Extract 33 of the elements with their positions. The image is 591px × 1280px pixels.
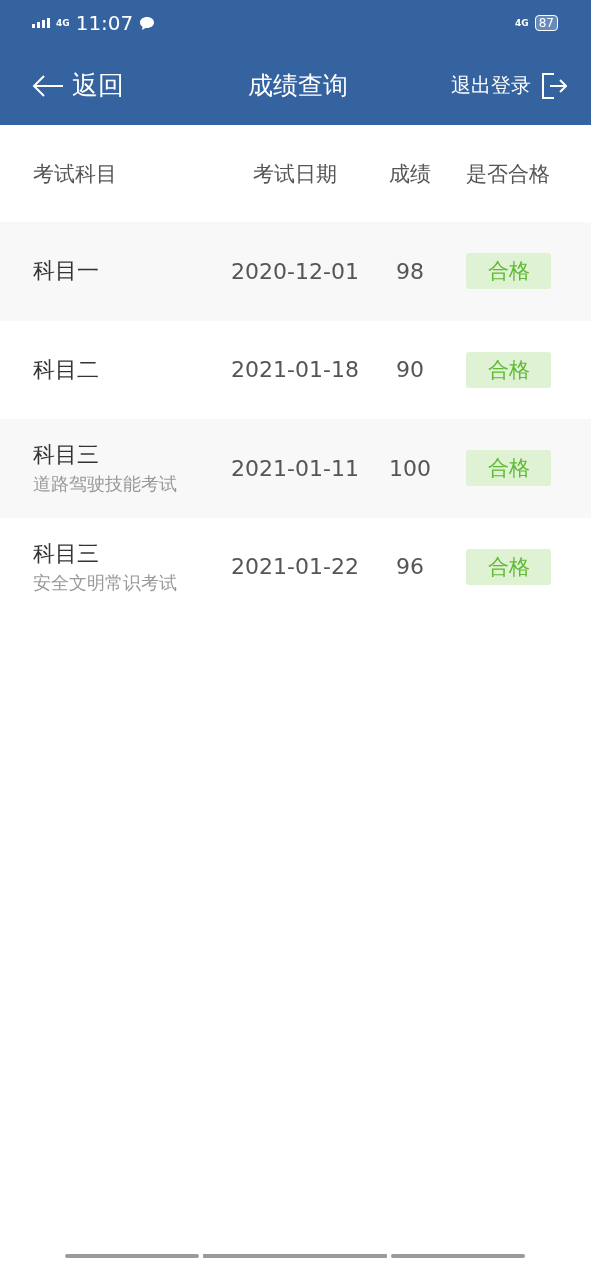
exam-date: 2021-01-18 xyxy=(230,357,360,383)
column-header: 考试科目 xyxy=(33,160,118,188)
logout-button[interactable]: 退出登录 xyxy=(451,72,567,99)
exam-date: 2021-01-11 xyxy=(230,455,360,481)
clock: 11:07 xyxy=(75,11,134,35)
subject-name: 科目一 xyxy=(33,257,100,286)
page-title: 成绩查询 xyxy=(246,70,349,102)
score: 90 xyxy=(395,357,425,383)
back-arrow-icon xyxy=(32,73,64,98)
subject-name: 科目三 xyxy=(33,441,100,470)
subject-name: 科目二 xyxy=(33,355,100,384)
subject-subtitle: 安全文明常识考试 xyxy=(33,570,178,595)
subject-name: 科目三 xyxy=(33,539,100,568)
column-header: 考试日期 xyxy=(252,160,338,188)
network-label: 4G xyxy=(515,18,529,28)
score: 100 xyxy=(388,455,432,481)
result-badge: 合格 xyxy=(466,548,551,585)
result-badge: 合格 xyxy=(466,351,551,388)
battery-indicator: 87 xyxy=(534,15,558,31)
exam-date: 2021-01-22 xyxy=(230,554,360,580)
chat-bubble-icon xyxy=(139,15,156,31)
column-header: 成绩 xyxy=(388,160,432,188)
result-badge: 合格 xyxy=(466,450,551,487)
logout-icon xyxy=(541,72,567,99)
score: 96 xyxy=(395,554,425,580)
network-label: 4G xyxy=(56,18,70,28)
subject-subtitle: 道路驾驶技能考试 xyxy=(33,472,178,497)
result-badge: 合格 xyxy=(466,253,551,290)
signal-icon xyxy=(32,18,50,28)
exam-date: 2020-12-01 xyxy=(230,258,360,284)
score: 98 xyxy=(395,258,425,284)
back-button[interactable]: 返回 xyxy=(32,68,124,103)
column-header: 是否合格 xyxy=(465,160,551,188)
